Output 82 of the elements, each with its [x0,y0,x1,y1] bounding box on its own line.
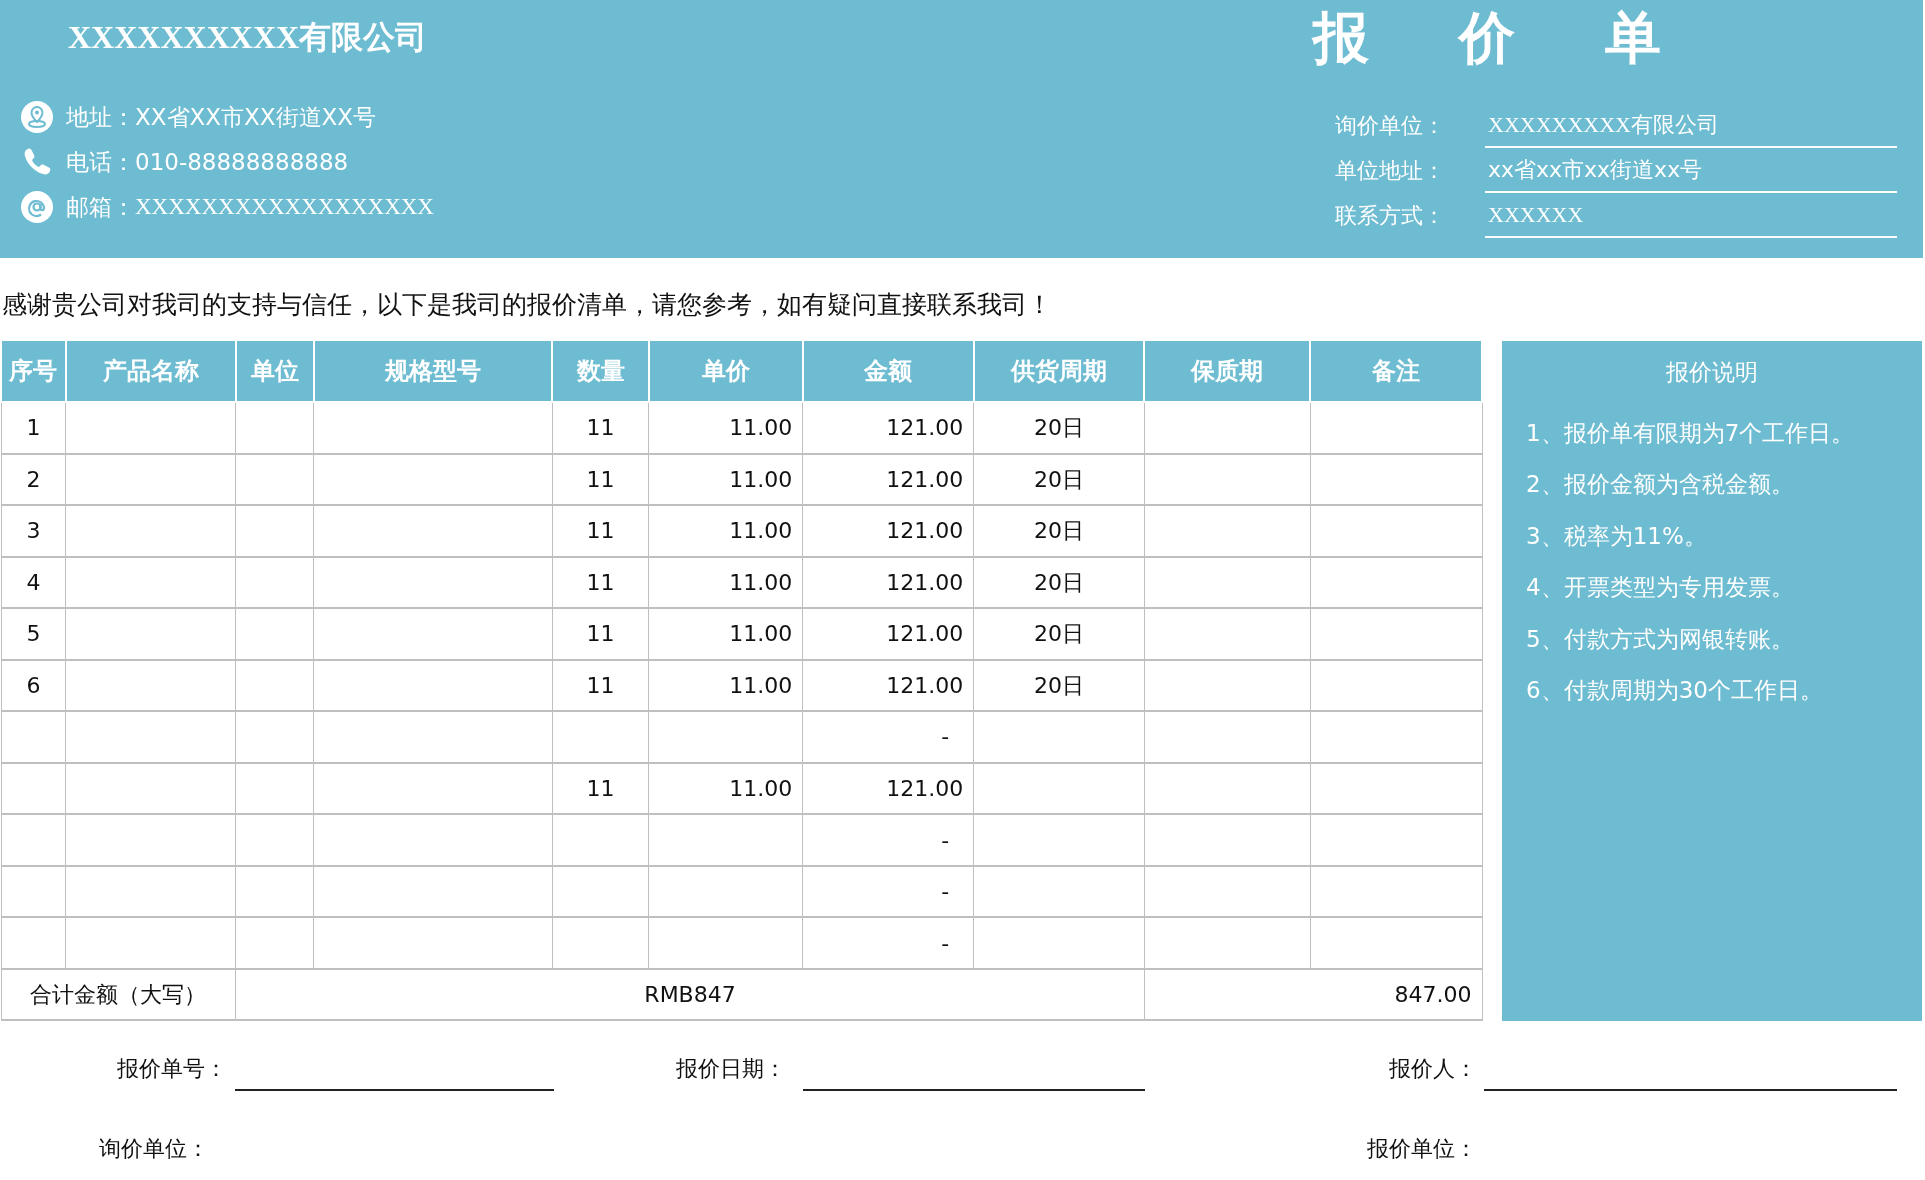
contact-value: XXXXXXXXXXXXXXXXXX [135,192,434,221]
column-header: 备注 [1310,341,1482,403]
table-cell: 11 [552,762,649,815]
table-cell: 11.00 [649,402,803,454]
table-cell: 121.00 [802,453,974,506]
contact-value: 010-88888888888 [135,147,349,177]
table-cell: - [802,865,974,918]
table-cell: 11 [552,453,649,506]
note-text: 3、税率为11%。 [1526,521,1708,551]
column-header: 规格型号 [313,341,553,403]
table-cell: 11.00 [649,762,803,815]
table-cell: 5 [1,608,66,660]
field-label: 单位地址： [1335,157,1446,186]
contact-label: 邮箱： [66,192,135,222]
column-header: 单位 [235,341,314,403]
table-cell: 11.00 [649,453,803,506]
note-text: 4、开票类型为专用发票。 [1526,573,1795,602]
field-label: 报价单位： [1367,1136,1477,1161]
field-label: 报价日期： [676,1056,786,1081]
table-cell: - [802,814,974,866]
table-cell: 121.00 [802,608,974,660]
note-text: 5、付款方式为网银转账。 [1526,624,1795,654]
table-cell: - [802,711,974,763]
column-header: 数量 [552,341,649,403]
table-cell: 1 [1,402,66,454]
company-name: XXXXXXXXXX有限公司 [68,18,429,57]
table-cell: 11 [552,556,649,609]
table-cell: 121.00 [802,402,974,454]
table-cell: 11.00 [649,608,803,660]
table-cell: 20日 [973,402,1145,454]
notes-title: 报价说明 [1665,358,1759,387]
table-cell: 2 [1,453,66,506]
table-cell: 6 [1,659,66,712]
column-header: 供货周期 [973,341,1145,403]
contact-value: XX省XX市XX街道XX号 [135,102,377,132]
total-label: 合计金额（大写） [1,968,236,1020]
field-label: 报价人： [1389,1056,1477,1081]
field-value: xx省xx市xx街道xx号 [1485,153,1897,194]
table-cell: 20日 [973,659,1145,712]
field-label: 联系方式： [1335,202,1446,231]
column-header: 单价 [649,341,803,403]
contact-label: 电话： [66,147,135,177]
at-sign-icon [20,189,54,224]
fill-in-line[interactable] [803,1089,1145,1091]
table-cell: 11 [552,505,649,557]
column-header: 序号 [1,341,66,403]
note-text: 2、报价金额为含税金额。 [1526,470,1795,499]
table-cell: 11.00 [649,505,803,557]
column-header: 金额 [802,341,974,403]
fill-in-line[interactable] [1484,1089,1897,1091]
location-pin-icon [20,99,54,134]
field-label: 询价单位： [99,1136,209,1161]
column-header: 产品名称 [65,341,236,403]
table-cell: 11 [552,659,649,712]
document-title: 报价单 [1313,4,1752,72]
table-cell: 121.00 [802,762,974,815]
table-cell: 121.00 [802,659,974,712]
table-cell: 20日 [973,608,1145,660]
column-header: 保质期 [1144,341,1311,403]
table-cell: 121.00 [802,505,974,557]
table-cell: 20日 [973,505,1145,557]
table-cell: 11.00 [649,556,803,609]
table-cell: 11 [552,402,649,454]
field-value: XXXXXX [1485,198,1897,239]
contact-label: 地址： [66,102,135,132]
table-cell: 20日 [973,453,1145,506]
table-cell: 11.00 [649,659,803,712]
table-cell: - [802,917,974,969]
table-cell: 11 [552,608,649,660]
field-value: XXXXXXXXX有限公司 [1485,108,1897,149]
table-cell: 4 [1,556,66,609]
field-label: 报价单号： [117,1056,227,1081]
total-amount: 847.00 [1144,968,1482,1020]
table-cell: 121.00 [802,556,974,609]
note-text: 1、报价单有限期为7个工作日。 [1526,418,1856,448]
fill-in-line[interactable] [235,1089,554,1091]
total-in-words: RMB847 [235,968,1145,1020]
note-text: 6、付款周期为30个工作日。 [1526,676,1824,705]
intro-text: 感谢贵公司对我司的支持与信任，以下是我司的报价清单，请您参考，如有疑问直接联系我司！ [2,289,1053,321]
field-label: 询价单位： [1335,112,1446,141]
table-cell: 20日 [973,556,1145,609]
table-cell: 3 [1,505,66,557]
